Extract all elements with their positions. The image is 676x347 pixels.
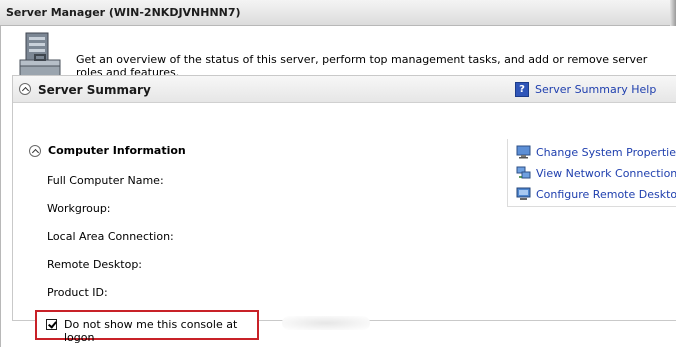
redacted-values-area xyxy=(218,159,382,299)
configure-remote-desktop-link[interactable]: Configure Remote Desktop xyxy=(536,188,676,201)
local-area-connection-label: Local Area Connection: xyxy=(47,230,174,243)
collapse-server-summary-button[interactable] xyxy=(19,83,31,95)
product-id-label: Product ID: xyxy=(47,286,108,299)
redacted-mark xyxy=(282,316,370,330)
remote-desktop-label: Remote Desktop: xyxy=(47,258,143,271)
server-summary-title: Server Summary xyxy=(38,83,151,97)
workgroup-label: Workgroup: xyxy=(47,202,111,215)
remote-desktop-icon xyxy=(516,187,531,200)
computer-information-tasks: Change System Properties View Network Co… xyxy=(507,139,676,207)
server-summary-header: Server Summary ? Server Summary Help xyxy=(13,76,676,103)
help-book-icon[interactable]: ? xyxy=(515,82,529,97)
logon-option-highlight: Do not show me this console at logon xyxy=(35,310,259,344)
computer-information-title: Computer Information xyxy=(48,144,186,157)
window-title: Server Manager (WIN-2NKDJVNHNN7) xyxy=(6,6,241,19)
view-network-connections-link[interactable]: View Network Connections xyxy=(536,167,676,180)
do-not-show-at-logon-checkbox[interactable] xyxy=(46,319,57,330)
network-connections-icon xyxy=(516,166,531,179)
title-bar-edge xyxy=(670,0,676,26)
full-computer-name-label: Full Computer Name: xyxy=(47,174,164,187)
collapse-computer-information-button[interactable] xyxy=(29,145,41,157)
change-system-properties-link[interactable]: Change System Properties xyxy=(536,146,676,159)
server-summary-help-link[interactable]: Server Summary Help xyxy=(535,83,656,96)
window-title-bar: Server Manager (WIN-2NKDJVNHNN7) xyxy=(0,0,676,26)
do-not-show-at-logon-label[interactable]: Do not show me this console at logon xyxy=(64,318,257,344)
system-properties-icon xyxy=(516,145,531,159)
